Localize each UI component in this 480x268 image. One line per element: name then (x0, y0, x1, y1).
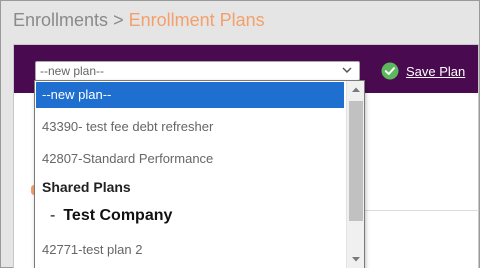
breadcrumb-enrollments[interactable]: Enrollments (13, 10, 108, 30)
plan-select[interactable]: --new plan-- (35, 61, 360, 81)
option-43390[interactable]: 43390- test fee debt refresher (36, 114, 344, 140)
chevron-down-icon (342, 67, 352, 74)
arrow-up-icon[interactable] (347, 81, 365, 99)
check-circle-icon (381, 62, 399, 80)
breadcrumb-separator: > (113, 10, 124, 30)
optgroup-shared-plans: Shared Plans (42, 179, 131, 195)
save-plan-link[interactable]: Save Plan (406, 64, 465, 79)
option-new-plan[interactable]: --new plan-- (36, 82, 344, 108)
breadcrumb-enrollment-plans: Enrollment Plans (128, 10, 265, 30)
plan-select-value: --new plan-- (40, 64, 105, 78)
breadcrumb: Enrollments > Enrollment Plans (13, 9, 265, 31)
scrollbar-thumb[interactable] (349, 101, 363, 221)
option-42771[interactable]: 42771-test plan 2 (36, 237, 344, 263)
company-header: - Test Company (36, 207, 344, 225)
option-42807[interactable]: 42807-Standard Performance (36, 146, 344, 172)
plan-dropdown-list[interactable]: --new plan-- 43390- test fee debt refres… (34, 80, 365, 268)
save-plan-control[interactable]: Save Plan (381, 62, 465, 80)
company-dash: - (50, 207, 56, 224)
company-label: Test Company (63, 207, 173, 224)
divider (359, 210, 479, 211)
dropdown-scrollbar[interactable] (346, 81, 364, 268)
arrow-down-icon[interactable] (347, 250, 365, 268)
